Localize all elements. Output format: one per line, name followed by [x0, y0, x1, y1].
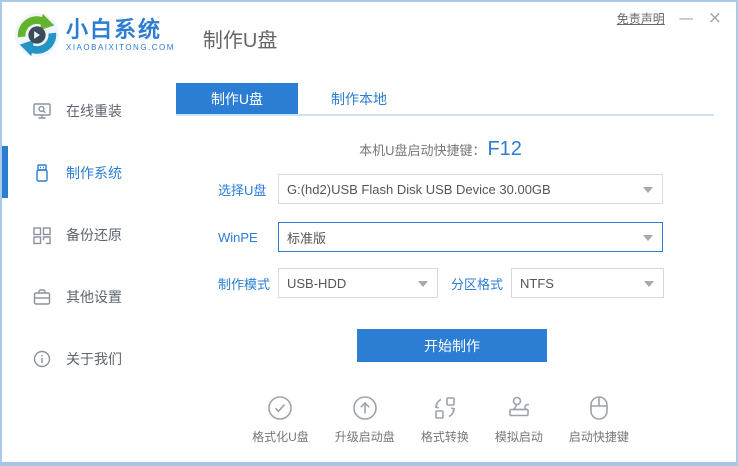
usb-drive-icon — [32, 163, 52, 183]
boot-hotkey-label: 本机U盘启动快捷键： — [359, 143, 486, 158]
usb-select-value: G:(hd2)USB Flash Disk USB Device 30.00GB — [287, 181, 551, 197]
chevron-down-icon — [644, 281, 654, 287]
tool-label: 格式化U盘 — [252, 430, 309, 444]
main-content: 制作U盘 制作本地 本机U盘启动快捷键： F12 选择U盘 G:(hd2)USB… — [145, 68, 736, 462]
boot-hotkey-value: F12 — [487, 138, 522, 160]
sidebar-item-label: 制作系统 — [66, 164, 122, 181]
toolbox-icon — [32, 287, 52, 307]
app-window: 小白系统 XIAOBAIXITONG.COM 制作U盘 免责声明 — × 在线重… — [0, 0, 738, 466]
chevron-down-icon — [643, 235, 653, 241]
sidebar: 在线重装 制作系统 备份还原 其他设置 关于我们 — [2, 68, 145, 462]
tool-upgrade-boot-disk[interactable]: 升级启动盘 — [335, 393, 395, 445]
winpe-value: 标准版 — [287, 230, 327, 246]
sidebar-item-label: 备份还原 — [66, 226, 122, 243]
tool-label: 升级启动盘 — [334, 430, 395, 444]
partition-format-value: NTFS — [520, 275, 554, 291]
sidebar-item-label: 在线重装 — [66, 102, 122, 119]
start-make-button[interactable]: 开始制作 — [357, 329, 547, 362]
tool-label: 模拟启动 — [494, 430, 543, 444]
tool-label: 启动快捷键 — [568, 430, 629, 444]
convert-icon — [430, 393, 460, 423]
mouse-icon — [584, 393, 614, 423]
partition-format-label: 分区格式 — [451, 276, 504, 292]
tab-make-local[interactable]: 制作本地 — [298, 83, 420, 114]
page-title: 制作U盘 — [202, 29, 278, 52]
partition-format-dropdown[interactable]: NTFS — [511, 268, 664, 298]
window-controls: 免责声明 — × — [617, 10, 722, 27]
disclaimer-link[interactable]: 免责声明 — [617, 10, 665, 27]
make-mode-label: 制作模式 — [218, 276, 271, 292]
sidebar-item-label: 关于我们 — [66, 350, 122, 367]
mode-row: 制作模式 USB-HDD 分区格式 NTFS — [218, 268, 736, 298]
chevron-down-icon — [643, 187, 653, 193]
winpe-label: WinPE — [218, 229, 258, 245]
info-circle-icon — [32, 349, 52, 369]
tab-make-usb[interactable]: 制作U盘 — [176, 83, 298, 114]
header: 小白系统 XIAOBAIXITONG.COM 制作U盘 免责声明 — × — [2, 2, 736, 68]
chevron-down-icon — [418, 281, 428, 287]
sidebar-item-online-reinstall[interactable]: 在线重装 — [2, 96, 145, 125]
sidebar-item-label: 其他设置 — [66, 288, 122, 305]
tool-format-convert[interactable]: 格式转换 — [421, 393, 469, 445]
brand-domain: XIAOBAIXITONG.COM — [66, 43, 175, 52]
make-mode-value: USB-HDD — [287, 275, 347, 291]
sidebar-item-backup-restore[interactable]: 备份还原 — [2, 220, 145, 249]
check-circle-icon — [265, 393, 295, 423]
make-mode-dropdown[interactable]: USB-HDD — [278, 268, 438, 298]
tab-bar: 制作U盘 制作本地 — [176, 83, 714, 116]
stamp-icon — [504, 393, 534, 423]
brand-block: 小白系统 XIAOBAIXITONG.COM — [66, 17, 175, 53]
usb-select-label: 选择U盘 — [218, 182, 267, 198]
tool-label: 格式转换 — [420, 430, 469, 444]
sidebar-item-make-system[interactable]: 制作系统 — [2, 146, 145, 198]
monitor-search-icon — [32, 101, 52, 121]
tools-row: 格式化U盘 升级启动盘 格式转换 模拟启动 启动快捷键 — [145, 393, 736, 445]
backup-grid-icon — [32, 225, 52, 245]
app-logo-icon — [14, 12, 60, 58]
sidebar-item-about-us[interactable]: 关于我们 — [2, 344, 145, 373]
boot-hotkey-line: 本机U盘启动快捷键： F12 — [145, 138, 736, 161]
winpe-dropdown[interactable]: 标准版 — [278, 222, 663, 252]
usb-select-dropdown[interactable]: G:(hd2)USB Flash Disk USB Device 30.00GB — [278, 174, 663, 204]
usb-select-row: 选择U盘 G:(hd2)USB Flash Disk USB Device 30… — [218, 174, 736, 204]
brand-name: 小白系统 — [66, 17, 163, 42]
tool-boot-hotkey[interactable]: 启动快捷键 — [569, 393, 629, 445]
close-button[interactable]: × — [708, 10, 722, 27]
winpe-row: WinPE 标准版 — [218, 222, 736, 252]
tool-format-usb[interactable]: 格式化U盘 — [252, 393, 309, 445]
sidebar-item-other-settings[interactable]: 其他设置 — [2, 282, 145, 311]
minimize-button[interactable]: — — [679, 11, 694, 26]
active-indicator — [2, 146, 8, 198]
arrow-up-circle-icon — [350, 393, 380, 423]
tool-simulate-boot[interactable]: 模拟启动 — [495, 393, 543, 445]
